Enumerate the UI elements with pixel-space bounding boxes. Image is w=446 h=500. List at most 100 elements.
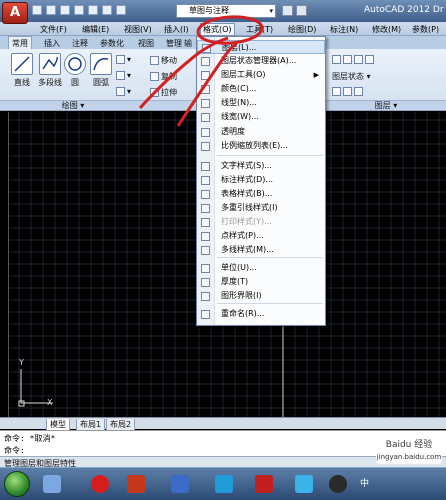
plot-style-icon bbox=[201, 218, 210, 227]
save-as-icon[interactable] bbox=[74, 5, 84, 15]
layer-tool-row[interactable] bbox=[332, 55, 376, 64]
window-title: AutoCAD 2012 Dr bbox=[364, 5, 444, 15]
copy-tool[interactable]: 复制 bbox=[150, 71, 177, 82]
menu-item-rename[interactable]: 重命名(R)... bbox=[197, 307, 325, 321]
app-icon bbox=[171, 475, 189, 493]
layer-tool-row-2[interactable] bbox=[332, 87, 365, 96]
hatch-dropdown[interactable]: ▾ bbox=[116, 87, 131, 96]
menu-item-scale-list[interactable]: 比例缩放列表(E)... bbox=[197, 139, 325, 153]
menu-edit[interactable]: 编辑(E) bbox=[82, 24, 109, 35]
tab-annotate[interactable]: 注释 bbox=[72, 38, 88, 49]
menu-item-table-style[interactable]: 表格样式(B)... bbox=[197, 187, 325, 201]
taskbar-app-5[interactable] bbox=[210, 472, 238, 496]
units-icon bbox=[201, 264, 210, 273]
arc-tool-label: 圆弧 bbox=[93, 78, 109, 87]
circle-tool[interactable]: 圆 bbox=[64, 53, 86, 88]
menu-item-transparency[interactable]: 透明度 bbox=[197, 125, 325, 139]
menu-item-lineweight[interactable]: 线宽(W)... bbox=[197, 110, 325, 124]
layer-state-select[interactable]: 图层状态 ▾ bbox=[332, 71, 371, 82]
workspace-settings-icon[interactable] bbox=[282, 5, 293, 16]
menu-item-label: 表格样式(B)... bbox=[221, 189, 273, 198]
menu-item-color[interactable]: 颜色(C)... bbox=[197, 82, 325, 96]
taskbar-qq[interactable] bbox=[324, 472, 352, 496]
menu-view[interactable]: 视图(V) bbox=[124, 24, 152, 35]
menu-parametric[interactable]: 参数(P) bbox=[412, 24, 439, 35]
menu-item-layer-state[interactable]: 图层状态管理器(A)... bbox=[197, 54, 325, 68]
layer-panel-title[interactable]: 图层 ▾ bbox=[326, 100, 446, 110]
ucs-x-label: X bbox=[47, 398, 53, 407]
undo-icon[interactable] bbox=[102, 5, 112, 15]
tab-manage[interactable]: 管理 bbox=[166, 38, 182, 49]
tab-home[interactable]: 常用 bbox=[8, 36, 32, 49]
taskbar-app-1[interactable] bbox=[38, 472, 66, 496]
line-tool[interactable]: 直线 bbox=[8, 53, 36, 88]
layer-lock-icon bbox=[354, 55, 363, 64]
move-tool[interactable]: 移动 bbox=[150, 55, 177, 66]
modify-panel-title[interactable] bbox=[146, 100, 196, 110]
open-folder-icon[interactable] bbox=[46, 5, 56, 15]
tab-view[interactable]: 视图 bbox=[138, 38, 154, 49]
menu-item-units[interactable]: 单位(U)... bbox=[197, 261, 325, 275]
menu-separator bbox=[217, 257, 323, 258]
menu-item-thickness[interactable]: 厚度(T) bbox=[197, 275, 325, 289]
new-file-icon[interactable] bbox=[32, 5, 42, 15]
customize-toolbar-icon[interactable] bbox=[296, 5, 307, 16]
menu-dimension[interactable]: 标注(N) bbox=[330, 24, 358, 35]
command-input[interactable]: 命令: bbox=[4, 445, 25, 456]
mleader-style-icon bbox=[201, 204, 210, 213]
tray-ime-indicator[interactable]: 中 bbox=[360, 476, 369, 489]
tab-parametric[interactable]: 参数化 bbox=[100, 38, 124, 49]
menu-modify[interactable]: 修改(M) bbox=[372, 24, 401, 35]
menu-item-mline-style[interactable]: 多线样式(M)... bbox=[197, 243, 325, 257]
menu-file[interactable]: 文件(F) bbox=[40, 24, 67, 35]
save-icon[interactable] bbox=[60, 5, 70, 15]
tab-insert[interactable]: 插入 bbox=[44, 38, 60, 49]
draw-panel-title[interactable]: 绘图 ▾ bbox=[0, 100, 146, 110]
menu-draw[interactable]: 绘图(D) bbox=[288, 24, 316, 35]
title-bar: A 草图与注释 ▾ AutoCAD 2012 Dr bbox=[0, 0, 446, 24]
taskbar-opera[interactable] bbox=[86, 472, 114, 496]
taskbar-app-4[interactable] bbox=[166, 472, 194, 496]
menu-item-point-style[interactable]: 点样式(P)... bbox=[197, 229, 325, 243]
print-icon[interactable] bbox=[88, 5, 98, 15]
stretch-icon bbox=[150, 88, 159, 97]
polyline-tool[interactable]: 多段线 bbox=[36, 53, 64, 88]
menu-item-layer-tools[interactable]: 图层工具(O) ▶ bbox=[197, 68, 325, 82]
menu-item-label: 透明度 bbox=[221, 127, 245, 136]
menu-tools[interactable]: 工具(T) bbox=[246, 24, 273, 35]
menu-item-text-style[interactable]: 文字样式(S)... bbox=[197, 159, 325, 173]
stretch-tool-label: 拉伸 bbox=[161, 88, 177, 97]
rectangle-dropdown[interactable]: ▾ bbox=[116, 55, 131, 64]
ellipse-icon bbox=[116, 71, 125, 80]
menu-insert[interactable]: 插入(I) bbox=[164, 24, 189, 35]
menu-item-label: 图层工具(O) bbox=[221, 70, 266, 79]
redo-icon[interactable] bbox=[116, 5, 126, 15]
hatch-icon bbox=[116, 87, 125, 96]
ellipse-dropdown[interactable]: ▾ bbox=[116, 71, 131, 80]
menu-item-dim-style[interactable]: 标注样式(D)... bbox=[197, 173, 325, 187]
menu-item-plot-style: 打印样式(Y)... bbox=[197, 215, 325, 229]
taskbar-app-7[interactable] bbox=[290, 472, 318, 496]
start-button[interactable] bbox=[4, 471, 30, 497]
app-icon bbox=[215, 475, 233, 493]
taskbar-app-3[interactable] bbox=[122, 472, 150, 496]
taskbar-autocad[interactable] bbox=[250, 472, 278, 496]
line-icon bbox=[11, 53, 33, 75]
tab-output[interactable]: 输 bbox=[184, 38, 192, 49]
app-icon bbox=[127, 475, 145, 493]
menu-item-label: 线型(N)... bbox=[221, 98, 257, 107]
layer-tools-icon bbox=[201, 71, 210, 80]
menu-item-mleader-style[interactable]: 多重引线样式(I) bbox=[197, 201, 325, 215]
layout-tab-bar: 模型 布局1 布局2 bbox=[0, 417, 446, 431]
menu-item-linetype[interactable]: 线型(N)... bbox=[197, 96, 325, 110]
menu-item-layer[interactable]: 图层(L)... bbox=[197, 40, 325, 54]
menu-item-limits[interactable]: 图形界限(I) bbox=[197, 289, 325, 303]
menu-format[interactable]: 格式(O) bbox=[200, 23, 235, 36]
menu-item-label: 文字样式(S)... bbox=[221, 161, 272, 170]
stretch-tool[interactable]: 拉伸 bbox=[150, 87, 177, 98]
workspace-select[interactable]: 草图与注释 ▾ bbox=[176, 4, 276, 18]
autocad-icon bbox=[255, 475, 273, 493]
application-menu-button[interactable]: A bbox=[2, 2, 28, 24]
arc-tool[interactable]: 圆弧 bbox=[90, 53, 112, 88]
rename-icon bbox=[201, 310, 210, 319]
